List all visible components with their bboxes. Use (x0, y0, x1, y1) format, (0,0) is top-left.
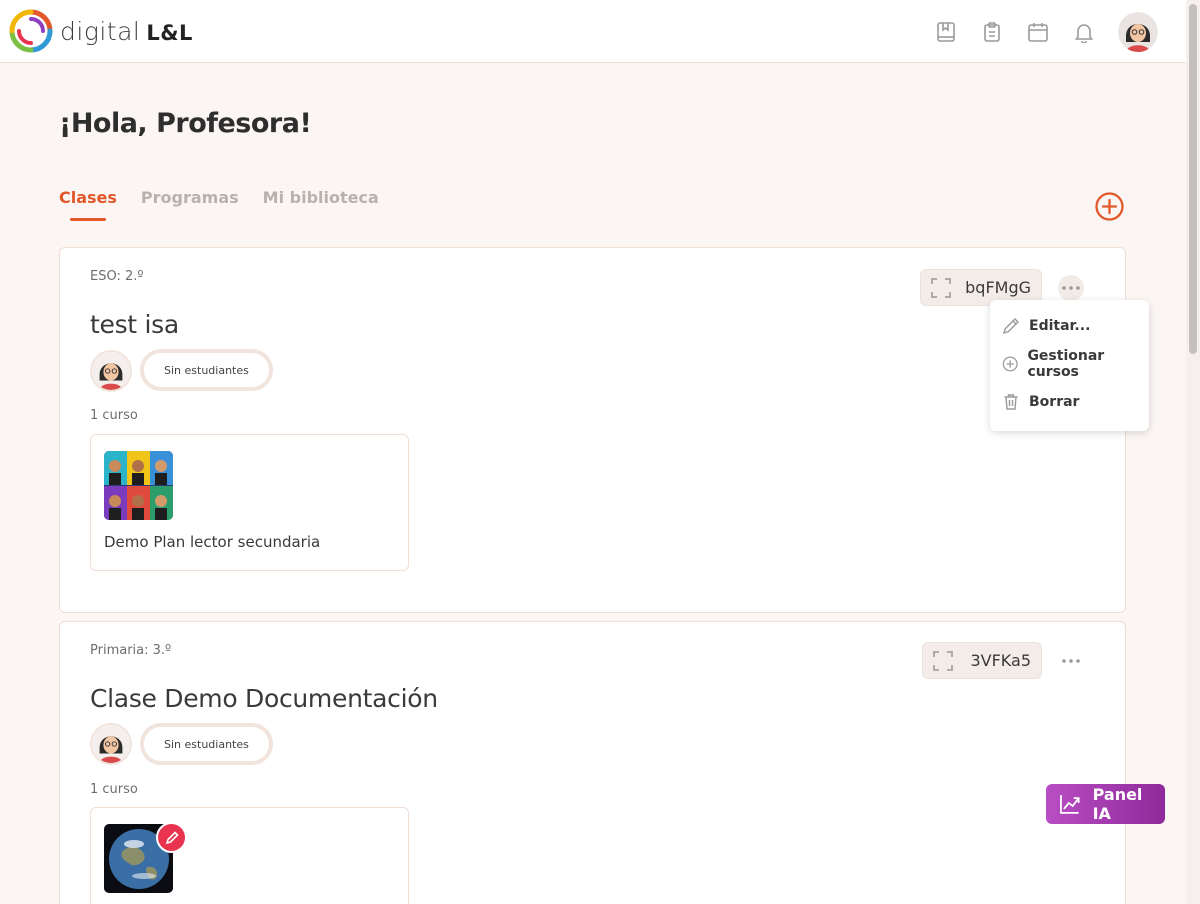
class-title[interactable]: Clase Demo Documentación (90, 684, 438, 713)
panel-ia-button[interactable]: Panel IA (1046, 784, 1165, 824)
menu-item-label: Borrar (1029, 394, 1080, 410)
panel-ia-label: Panel IA (1092, 785, 1143, 823)
more-options-button[interactable] (1058, 275, 1084, 301)
scrollbar[interactable] (1186, 0, 1200, 904)
brand-suffix: L&L (146, 20, 193, 45)
page-title: ¡Hola, Profesora! (59, 108, 312, 139)
scan-icon (931, 277, 951, 298)
menu-item-label: Gestionar cursos (1027, 348, 1105, 380)
more-options-button[interactable] (1058, 648, 1084, 674)
book-icon[interactable] (934, 20, 958, 44)
tab-clases[interactable]: Clases (59, 188, 117, 221)
class-card: ESO: 2.º test isa Sin estudiantes 1 curs… (59, 247, 1126, 613)
user-avatar[interactable] (1118, 12, 1158, 52)
tab-mi-biblioteca[interactable]: Mi biblioteca (263, 188, 379, 217)
more-dots-icon (1062, 659, 1080, 663)
menu-item-gestionar-cursos[interactable]: Gestionar cursos (1002, 348, 1149, 380)
class-title[interactable]: test isa (90, 310, 179, 339)
scrollbar-thumb[interactable] (1189, 4, 1197, 354)
course-thumbnail (104, 451, 173, 520)
brand-text: digital (60, 16, 141, 46)
add-class-button[interactable] (1094, 191, 1125, 222)
calendar-icon[interactable] (1026, 20, 1050, 44)
brand-name: digital L&L (60, 17, 193, 46)
top-bar: digital L&L (0, 0, 1186, 63)
teacher-avatar (90, 350, 132, 392)
options-menu: Editar... Gestionar cursos Borrar (990, 300, 1149, 431)
class-code: 3VFKa5 (970, 651, 1031, 670)
pencil-icon (165, 830, 179, 844)
students-pill[interactable]: Sin estudiantes (140, 723, 273, 765)
logo-icon (9, 9, 53, 53)
course-card[interactable]: Demo Plan lector secundaria (90, 434, 409, 571)
trash-icon (1004, 394, 1018, 410)
course-card[interactable] (90, 807, 409, 904)
chart-trend-icon (1060, 795, 1080, 814)
tabs: Clases Programas Mi biblioteca (59, 188, 403, 221)
menu-item-label: Editar... (1029, 318, 1091, 334)
class-code-chip[interactable]: 3VFKa5 (922, 642, 1042, 679)
menu-item-editar[interactable]: Editar... (1002, 315, 1090, 337)
bell-icon[interactable] (1072, 20, 1096, 44)
teacher-avatar (90, 723, 132, 765)
course-count: 1 curso (90, 408, 138, 423)
course-name: Demo Plan lector secundaria (104, 533, 321, 551)
edit-course-button[interactable] (156, 822, 187, 853)
logo[interactable]: digital L&L (6, 6, 193, 56)
tab-programas[interactable]: Programas (141, 188, 239, 217)
class-code: bqFMgG (965, 278, 1031, 297)
more-dots-icon (1062, 286, 1080, 290)
clipboard-icon[interactable] (980, 20, 1004, 44)
class-level: Primaria: 3.º (90, 643, 172, 658)
class-level: ESO: 2.º (90, 269, 144, 284)
scan-icon (933, 650, 953, 671)
plus-circle-icon (1002, 356, 1018, 372)
students-pill[interactable]: Sin estudiantes (140, 349, 273, 391)
course-count: 1 curso (90, 782, 138, 797)
pencil-icon (1002, 318, 1019, 335)
class-card: Primaria: 3.º Clase Demo Documentación S… (59, 621, 1126, 904)
menu-item-borrar[interactable]: Borrar (1002, 391, 1079, 413)
